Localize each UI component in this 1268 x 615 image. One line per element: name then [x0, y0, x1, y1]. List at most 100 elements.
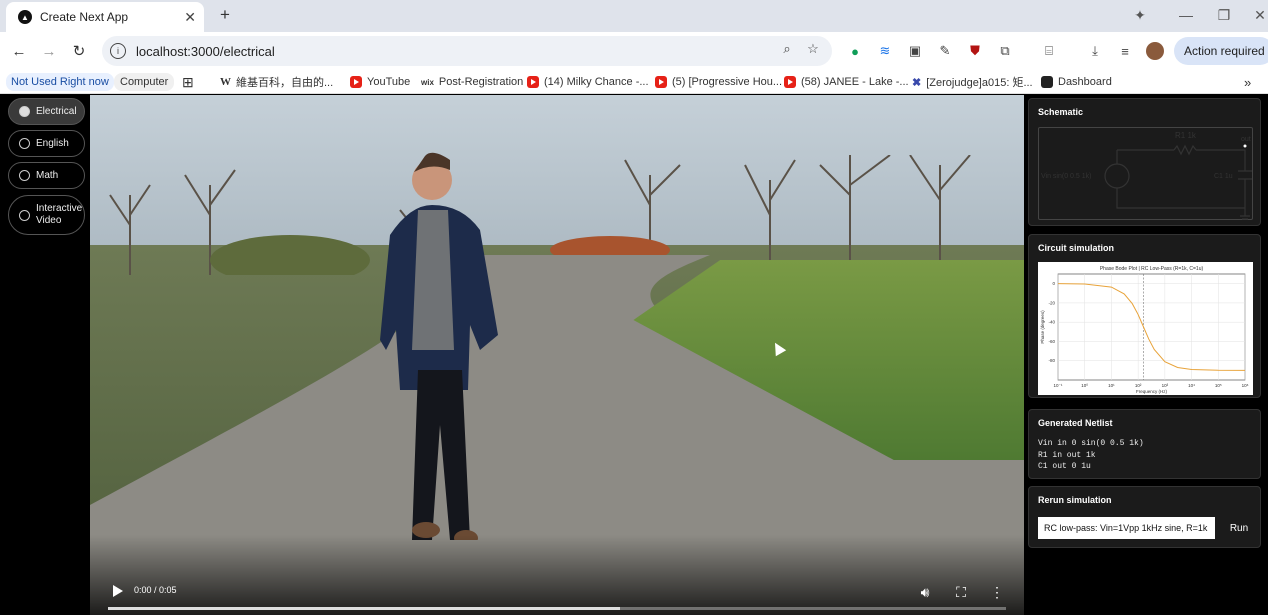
bookmark-janee[interactable]: (58) JANEE - Lake -...: [784, 73, 909, 91]
bookmark-zerojudge[interactable]: ✖ [Zerojudge]a015: 矩...: [912, 73, 1033, 91]
play-icon[interactable]: [110, 583, 126, 599]
volume-icon[interactable]: 🔊︎: [916, 583, 934, 601]
close-tab-icon[interactable]: ✕: [184, 9, 196, 26]
browser-toolbar: ← → ↻ i localhost:3000/electrical ⌕ ☆ ● …: [0, 32, 1268, 70]
action-required-button[interactable]: Action required: [1174, 37, 1268, 65]
url-text[interactable]: localhost:3000/electrical: [136, 44, 275, 59]
tab-strip: ▲ Create Next App ✕ + ✦ — ❐ ✕: [0, 0, 1268, 32]
sidebar-item-math[interactable]: Math: [8, 162, 85, 189]
browser-tab[interactable]: ▲ Create Next App ✕: [6, 2, 204, 32]
dashboard-icon: [1041, 76, 1053, 88]
bookmark-label: [Zerojudge]a015: 矩...: [926, 77, 1033, 89]
video-timecode: 0:00 / 0:05: [134, 585, 177, 595]
netlist-line: C1 out 0 1u: [1038, 462, 1091, 471]
zerojudge-icon: ✖: [912, 76, 922, 89]
wikipedia-icon: W: [220, 76, 231, 88]
back-icon[interactable]: ←: [8, 40, 30, 62]
bookmark-post-registration[interactable]: wix Post-Registration: [421, 73, 523, 91]
bookmark-label: Dashboard: [1058, 76, 1112, 88]
wix-icon: wix: [421, 77, 434, 87]
netlist-card: Generated Netlist Vin in 0 sin(0 0.5 1k)…: [1028, 409, 1261, 479]
extension-pen-icon[interactable]: ✎: [936, 42, 954, 60]
netlist-line: Vin in 0 sin(0 0.5 1k): [1038, 439, 1144, 448]
y-tick-label: -20: [1048, 300, 1055, 305]
minimize-button[interactable]: —: [1172, 4, 1200, 26]
apps-grid-icon[interactable]: ⊞: [182, 73, 194, 91]
sidebar-item-interactive-video[interactable]: Interactive Video: [8, 195, 85, 235]
site-info-icon[interactable]: i: [110, 43, 126, 59]
x-tick-label: 10⁴: [1188, 383, 1195, 388]
profile-avatar[interactable]: [1146, 42, 1164, 60]
simulation-prompt-input[interactable]: [1038, 517, 1215, 539]
bode-plot: 10⁻¹ 10⁰ 10¹ 10² 10³ 10⁴ 10⁵ 10⁶ 0 -20 -40 -60 -80 Ph…: [1038, 262, 1253, 395]
x-tick-label: 10³: [1162, 383, 1169, 388]
extension-wave-icon[interactable]: ≋: [876, 42, 894, 60]
zoom-icon[interactable]: ⌕: [778, 40, 796, 58]
schematic-vin-label: Vin sin(0 0.5 1k): [1041, 173, 1091, 180]
grammarly-icon[interactable]: ●: [846, 42, 864, 60]
right-panel: Schematic R1 1k out Vin sin(0 0.5 1k) C1…: [1024, 95, 1268, 615]
address-bar[interactable]: i localhost:3000/electrical: [102, 36, 832, 66]
fullscreen-icon[interactable]: ⛶: [952, 583, 970, 601]
radio-icon: [19, 170, 30, 181]
radio-icon: [19, 106, 30, 117]
bode-plot-svg: 10⁻¹ 10⁰ 10¹ 10² 10³ 10⁴ 10⁵ 10⁶ 0 -20 -40 -60 -80 Ph…: [1040, 266, 1249, 394]
chart-title: Phase Bode Plot | RC Low-Pass (R=1k, C=1…: [1100, 266, 1204, 272]
youtube-icon: [527, 76, 539, 88]
sidebar-item-label: Electrical: [36, 106, 77, 117]
x-tick-label: 10¹: [1108, 383, 1115, 388]
bookmark-progressive-house[interactable]: (5) [Progressive Hou...: [655, 73, 782, 91]
sidebar-item-label: Interactive Video: [36, 203, 83, 226]
extension-icon[interactable]: ▣: [906, 42, 924, 60]
bookmark-milky-chance[interactable]: (14) Milky Chance -...: [527, 73, 649, 91]
bookmark-label: YouTube: [367, 76, 411, 88]
reload-icon[interactable]: ↻: [68, 40, 90, 62]
nextjs-logo-icon: ▲: [18, 10, 32, 24]
y-axis-label: Phase (degrees): [1040, 310, 1045, 344]
sidebar-item-electrical[interactable]: Electrical: [8, 98, 85, 125]
extensions-puzzle-icon[interactable]: ⧉: [996, 42, 1014, 60]
radio-icon: [19, 209, 30, 221]
bookmark-youtube[interactable]: YouTube: [350, 73, 410, 91]
schematic-svg: R1 1k out Vin sin(0 0.5 1k) C1 1u: [1041, 131, 1252, 220]
run-button[interactable]: Run: [1225, 517, 1253, 539]
more-bookmarks-icon[interactable]: »: [1244, 73, 1251, 91]
plot-frame: [1057, 273, 1246, 381]
netlist-heading: Generated Netlist: [1038, 418, 1113, 428]
schematic-c-label: C1 1u: [1214, 173, 1233, 180]
simulation-heading: Circuit simulation: [1038, 243, 1115, 253]
youtube-icon: [784, 76, 796, 88]
netlist-line: R1 in out 1k: [1038, 450, 1096, 460]
bookmark-not-used[interactable]: Not Used Right now: [6, 73, 114, 91]
circuit-simulation-card: Circuit simulation 10⁻¹ 10⁰ 10¹ 10² 10³ 10⁴ 10…: [1028, 234, 1261, 398]
more-options-icon[interactable]: ⋮: [988, 583, 1006, 601]
video-controls: 0:00 / 0:05 🔊︎ ⛶ ⋮: [90, 573, 1024, 615]
maximize-button[interactable]: ❐: [1210, 4, 1238, 26]
y-tick-label: -80: [1048, 358, 1055, 363]
y-tick-label: 0: [1052, 281, 1055, 286]
new-tab-button[interactable]: +: [214, 4, 236, 26]
youtube-icon: [350, 76, 362, 88]
tab-search-icon[interactable]: ⌸: [1040, 42, 1058, 60]
bookmark-dashboard[interactable]: Dashboard: [1041, 73, 1112, 91]
download-icon[interactable]: ⤓: [1086, 42, 1104, 60]
youtube-icon: [655, 76, 667, 88]
bookmark-wikipedia[interactable]: W 維基百科，自由的...: [220, 73, 333, 91]
x-tick-label: 10⁰: [1081, 383, 1088, 388]
sidebar-item-english[interactable]: English: [8, 130, 85, 157]
schematic-card: Schematic R1 1k out Vin sin(0 0.5 1k) C1…: [1028, 98, 1261, 226]
bookmark-computer[interactable]: Computer: [114, 73, 175, 91]
close-window-button[interactable]: ✕: [1246, 4, 1268, 26]
media-queue-icon[interactable]: ≡: [1116, 42, 1134, 60]
shield-extension-icon[interactable]: ⛊: [966, 42, 984, 60]
video-player[interactable]: 0:00 / 0:05 🔊︎ ⛶ ⋮: [90, 95, 1024, 615]
sidebar-item-label: English: [36, 138, 69, 149]
video-progress-bar[interactable]: [108, 607, 1006, 610]
bookmarks-bar: Not Used Right now Computer ⊞ W 維基百科，自由的.…: [0, 70, 1268, 94]
bookmark-label: Computer: [120, 76, 169, 88]
y-tick-label: -40: [1048, 320, 1055, 325]
app-area: Electrical English Math Interactive Vide…: [0, 95, 1268, 615]
gemini-icon[interactable]: ✦: [1126, 4, 1154, 26]
forward-icon[interactable]: →: [38, 40, 60, 62]
bookmark-star-icon[interactable]: ☆: [804, 40, 822, 58]
